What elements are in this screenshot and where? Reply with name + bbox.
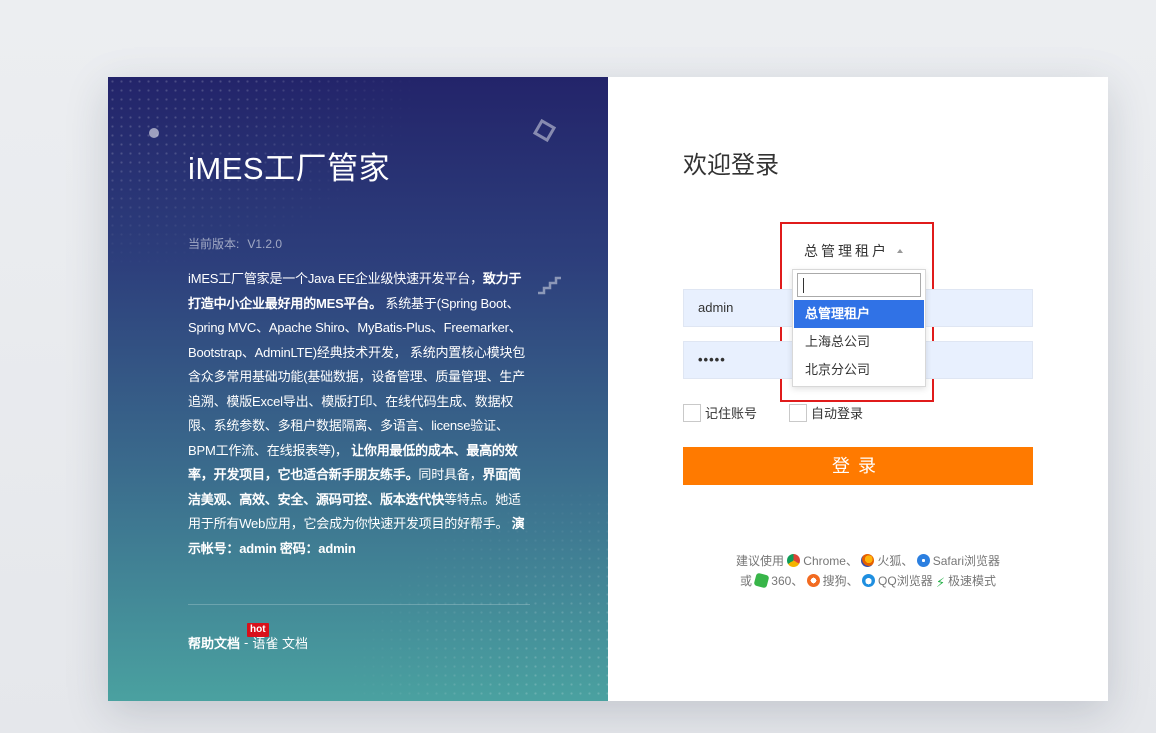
360-browser-icon bbox=[753, 572, 770, 589]
browser-recommendation: 建议使用 Chrome、 火狐、 Safari浏览器 或 360、 搜狗、 QQ… bbox=[723, 551, 1013, 591]
help-docs-label: 帮助文档 bbox=[188, 636, 241, 651]
divider bbox=[188, 604, 530, 605]
chrome-icon bbox=[787, 554, 801, 567]
hot-badge: hot bbox=[247, 623, 269, 637]
remember-account-checkbox[interactable]: 记住账号 bbox=[683, 403, 757, 422]
login-options: 记住账号 自动登录 bbox=[683, 403, 895, 422]
version-number: V1.2.0 bbox=[247, 237, 283, 251]
tenant-search-input[interactable] bbox=[797, 273, 921, 297]
checkbox-box bbox=[789, 403, 808, 422]
tenant-dropdown: 总管理租户 上海总公司 北京分公司 bbox=[792, 269, 926, 387]
tenant-option[interactable]: 上海总公司 bbox=[794, 328, 924, 356]
sogou-label: 搜狗、 bbox=[822, 574, 859, 588]
help-docs-link[interactable]: 帮助文档 hot bbox=[188, 623, 269, 652]
auto-login-checkbox[interactable]: 自动登录 bbox=[789, 403, 863, 422]
intro-panel: iMES工厂管家 当前版本: V1.2.0 iMES工厂管家是一个Java EE企… bbox=[108, 77, 608, 701]
welcome-title: 欢迎登录 bbox=[683, 152, 779, 179]
tenant-option[interactable]: 北京分公司 bbox=[794, 356, 924, 384]
360-label: 360、 bbox=[771, 574, 804, 588]
browser-line-1: 建议使用 Chrome、 火狐、 Safari浏览器 bbox=[723, 551, 1013, 571]
login-panel: 欢迎登录 总管理租户 总管理租户 上海总公司 北京分公司 admin •••••… bbox=[608, 77, 1108, 701]
login-card: iMES工厂管家 当前版本: V1.2.0 iMES工厂管家是一个Java EE企… bbox=[108, 77, 1108, 701]
desc-text-2: 系统基于(Spring Boot、Spring MVC、Apache Shiro… bbox=[188, 295, 526, 458]
product-description: iMES工厂管家是一个Java EE企业级快速开发平台，致力于打造中小企业最好用… bbox=[188, 267, 528, 561]
caret-up-icon bbox=[897, 249, 903, 253]
decor-stairs-icon bbox=[538, 276, 561, 295]
tenant-select[interactable]: 总管理租户 bbox=[804, 241, 903, 261]
checkbox-box bbox=[683, 403, 701, 422]
auto-login-label: 自动登录 bbox=[811, 406, 864, 421]
remember-account-label: 记住账号 bbox=[705, 406, 758, 421]
tenant-option[interactable]: 总管理租户 bbox=[794, 300, 924, 328]
login-button[interactable]: 登录 bbox=[683, 447, 1033, 485]
qq-browser-icon bbox=[862, 574, 876, 587]
safari-icon bbox=[916, 554, 930, 567]
doc-links: 帮助文档 hot - 语雀 文档 bbox=[188, 623, 308, 652]
browser-line-2: 或 360、 搜狗、 QQ浏览器 ⚡ 极速模式 bbox=[723, 571, 1013, 591]
text-cursor bbox=[803, 278, 804, 293]
safari-label: Safari浏览器 bbox=[932, 554, 1001, 568]
tip-prefix: 建议使用 bbox=[735, 554, 784, 568]
firefox-icon bbox=[861, 554, 875, 567]
lightning-icon: ⚡ bbox=[936, 575, 946, 590]
firefox-label: 火狐、 bbox=[877, 554, 914, 568]
decor-circle-icon bbox=[149, 128, 159, 138]
version-info: 当前版本: V1.2.0 bbox=[188, 235, 282, 252]
speed-mode-label: 极速模式 bbox=[948, 574, 997, 588]
tip-or: 或 bbox=[739, 574, 752, 588]
qq-label: QQ浏览器 bbox=[878, 574, 933, 588]
version-label: 当前版本: bbox=[188, 237, 240, 251]
tenant-selected-value: 总管理租户 bbox=[804, 243, 889, 259]
desc-text-3: 同时具备， bbox=[418, 467, 483, 482]
desc-text-1: iMES工厂管家是一个Java EE企业级快速开发平台， bbox=[188, 271, 483, 286]
brand-title: iMES工厂管家 bbox=[188, 151, 391, 186]
sogou-icon bbox=[806, 574, 820, 587]
chrome-label: Chrome、 bbox=[803, 554, 858, 568]
link-separator: - bbox=[244, 635, 249, 650]
